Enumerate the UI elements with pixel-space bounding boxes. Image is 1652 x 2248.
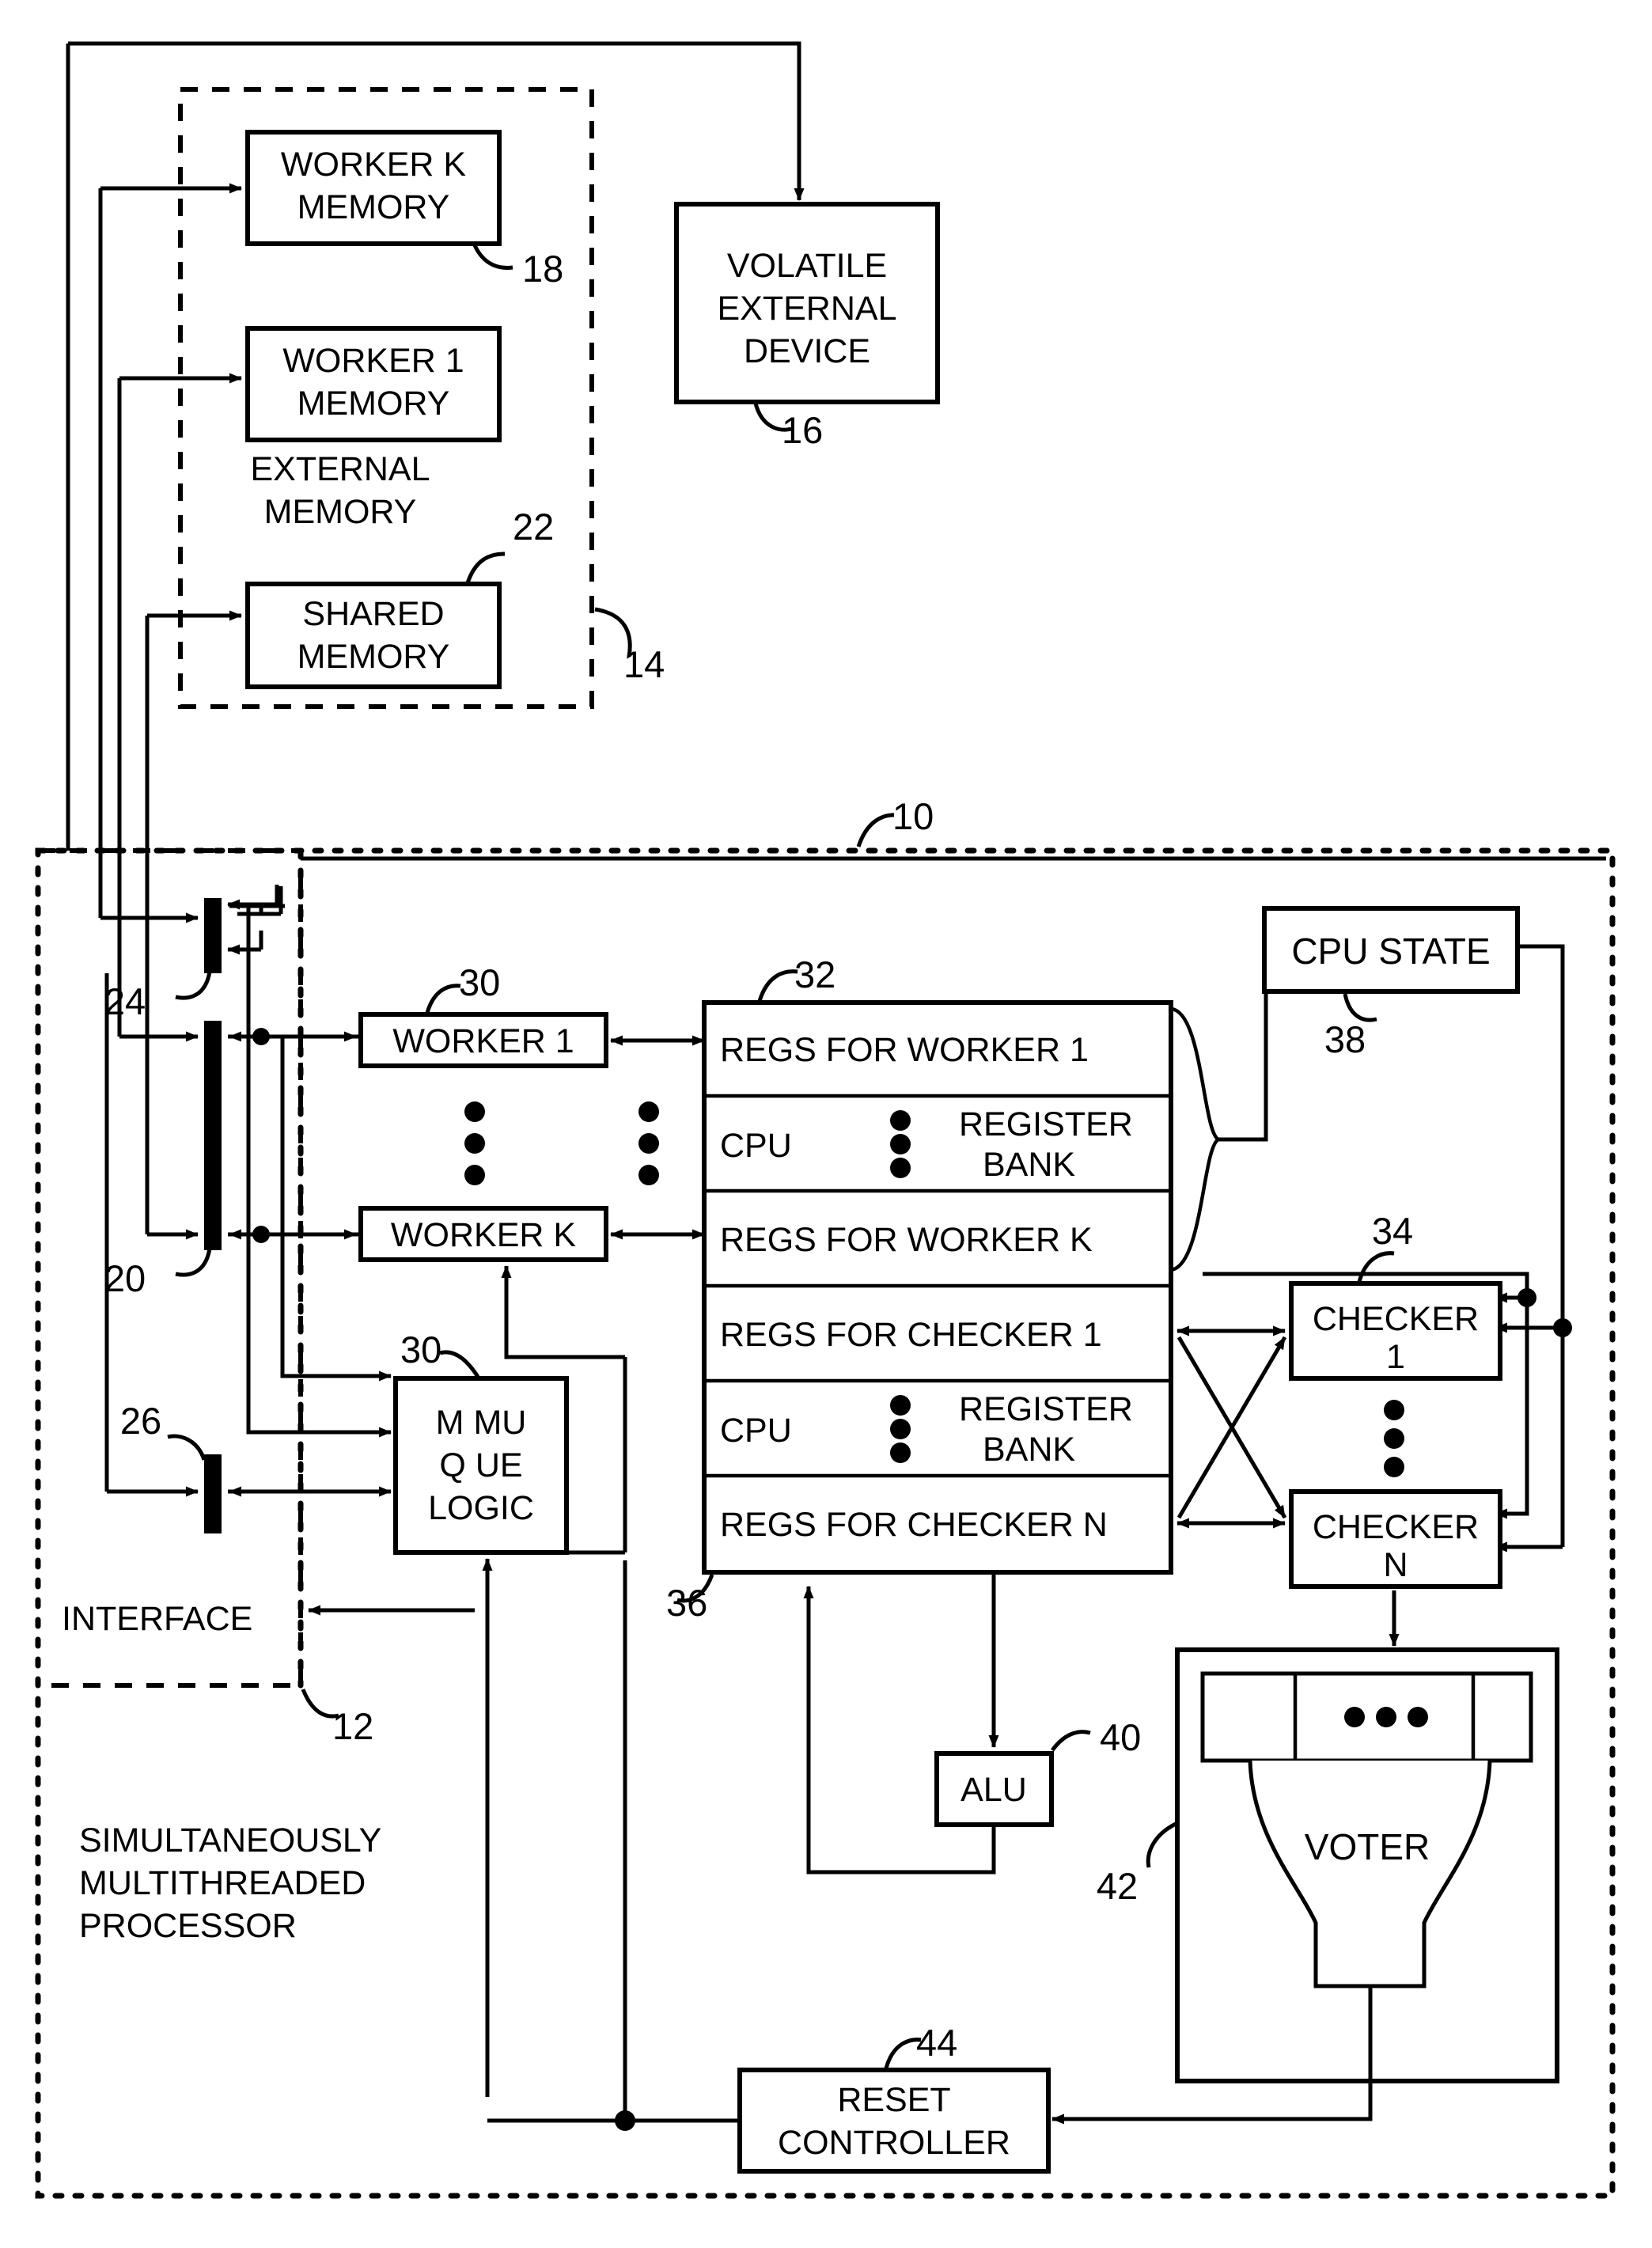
checker-ellipsis-dots [1384,1400,1404,1477]
interface-dashed-boundary [38,848,303,1688]
leader-24 [175,971,212,1000]
cpu-state-label: CPU STATE [1291,931,1490,972]
worker-1-memory-line1: WORKER 1 [282,342,464,380]
regbank-row-4-left: CPU [720,1412,792,1450]
ref-30-worker: 30 [459,961,500,1003]
voter-to-reset-controller [1051,2083,1373,2125]
regbank-row-2: REGS FOR WORKER K [720,1221,1093,1259]
worker-k-memory-line2: MEMORY [297,188,450,226]
regbank-row-1-right1: REGISTER [959,1105,1133,1143]
leader-10 [856,813,895,847]
branch-to-mmu-in-2 [246,906,392,1438]
ref-38: 38 [1324,1018,1366,1060]
leader-40 [1050,1730,1091,1752]
brace-to-cpustate [1218,946,1268,1142]
ref-14: 14 [623,643,665,685]
regbank-row-1-left: CPU [720,1127,792,1165]
checker-1-line2: 1 [1386,1338,1405,1376]
leader-30-worker [425,984,461,1014]
volatile-device-line3: DEVICE [744,332,870,370]
ref-10: 10 [892,795,934,837]
regbank-row-5: REGS FOR CHECKER N [720,1506,1108,1544]
ref-32: 32 [794,953,835,995]
leader-20 [175,1248,212,1277]
external-memory-label-line1: EXTERNAL [250,450,430,488]
volatile-device-line2: EXTERNAL [717,290,896,328]
voter-row-dots [1344,1707,1428,1727]
ref-42: 42 [1097,1865,1138,1907]
external-memory-label-line2: MEMORY [264,493,417,531]
worker-k-label: WORKER K [391,1216,576,1254]
volatile-device-line1: VOLATILE [727,247,887,285]
ref-30-mmu: 30 [400,1329,441,1370]
mmu-line3: LOGIC [428,1489,534,1527]
shared-memory-line2: MEMORY [297,638,450,676]
ref-36: 36 [666,1582,707,1624]
alu-back-to-regbank [803,1586,996,1875]
worker-1-memory-line2: MEMORY [297,385,450,423]
processor-label-line2: MULTITHREADED [79,1864,366,1902]
ref-40: 40 [1100,1716,1141,1758]
leader-26 [167,1434,206,1461]
bus-bar-24 [204,898,222,973]
leader-42 [1146,1822,1177,1868]
voter-label: VOTER [1305,1826,1430,1867]
worker-1-label: WORKER 1 [392,1022,574,1060]
checker-n-line2: N [1383,1546,1408,1584]
shared-memory-line1: SHARED [302,595,444,633]
regbank-brace [1170,1006,1222,1272]
regbank-cpu2-dots [890,1395,911,1463]
ref-44: 44 [916,2022,957,2064]
processor-label-line1: SIMULTANEOUSLY [79,1822,381,1859]
reset-controller-line1: RESET [837,2081,950,2119]
alu-label: ALU [961,1771,1027,1809]
leader-34 [1357,1251,1395,1283]
reset-controller-line2: CONTROLLER [778,2124,1010,2162]
ref-34: 34 [1372,1210,1413,1252]
ref-16: 16 [782,409,823,451]
regbank-row-0: REGS FOR WORKER 1 [720,1031,1089,1069]
leader-32 [757,969,798,1002]
checker-1-line1: CHECKER [1313,1300,1479,1338]
leader-30-mmu [439,1350,480,1378]
regbank-row-3: REGS FOR CHECKER 1 [720,1316,1102,1354]
checker-n-line1: CHECKER [1313,1508,1479,1546]
worker-ellipsis-dots [464,1101,485,1185]
ref-26: 26 [120,1400,161,1442]
processor-label-line3: PROCESSOR [79,1907,297,1945]
ref-24: 24 [104,980,146,1022]
worker-k-memory-line1: WORKER K [281,146,466,184]
bus-bar-20 [204,1021,222,1250]
worker-link-ellipsis-dots [638,1101,659,1185]
leader-38 [1343,993,1377,1022]
interface-label: INTERFACE [62,1600,252,1638]
voter-input-register-row [1200,1671,1533,1763]
leader-18 [472,244,513,270]
mmu-to-workerk-arrow [501,1265,625,1359]
regbank-row-4-right1: REGISTER [959,1390,1133,1428]
mmu-line2: Q UE [439,1446,522,1484]
regbank-row-4-right2: BANK [983,1431,1075,1469]
mmu-line1: M MU [436,1404,527,1442]
ref-18: 18 [522,248,563,290]
register-bank-box [702,1000,1173,1575]
bus-bar-26 [204,1454,222,1533]
regbank-cpu1-dots [890,1110,911,1178]
ref-12: 12 [332,1705,373,1747]
ref-22: 22 [513,506,554,548]
regbank-row-1-right2: BANK [983,1146,1075,1184]
leader-22 [464,552,506,586]
figure-canvas: WORKER K MEMORY 18 WORKER 1 MEMORY EXTER… [0,0,1652,2248]
ref-20: 20 [104,1257,146,1299]
